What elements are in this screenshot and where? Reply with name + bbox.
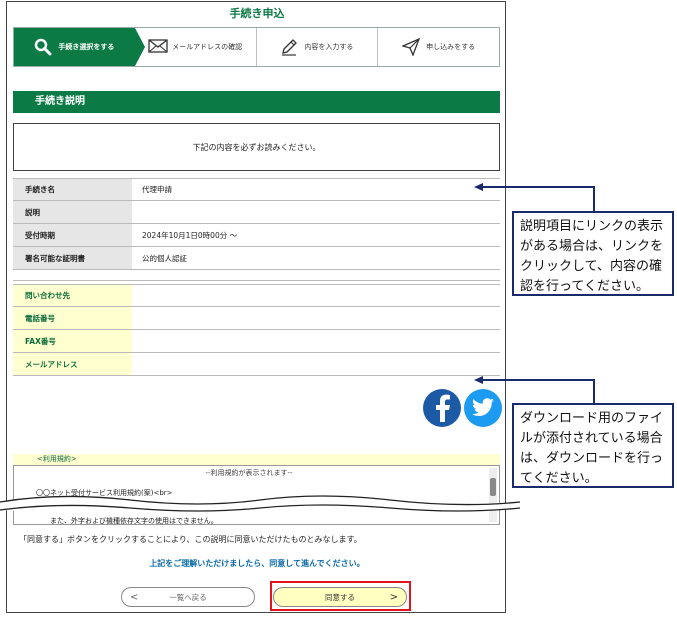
- step-label: 手続き選択をする: [58, 43, 115, 51]
- row-label: 問い合わせ先: [13, 285, 132, 306]
- row-value: [132, 285, 500, 306]
- twitter-icon[interactable]: [464, 389, 502, 427]
- terms-label: <利用規約>: [13, 454, 500, 465]
- contact-info-table: 問い合わせ先 電話番号 FAX番号 メールアドレス: [13, 284, 500, 376]
- agree-explanation: 「同意する」ボタンをクリックすることにより、この説明に同意いただけたものとみなし…: [19, 535, 362, 544]
- row-value: [132, 201, 500, 223]
- row-value: [132, 330, 500, 352]
- row-value: 公的個人認証: [142, 253, 187, 263]
- step-submit: 申し込みをする: [378, 28, 499, 66]
- table-row: 手続き名 代理申請: [13, 178, 500, 201]
- notice-box: 下記の内容を必ずお読みください。: [13, 123, 500, 171]
- step-label: メールアドレスの確認: [172, 43, 243, 51]
- social-share: [423, 389, 502, 427]
- chevron-left-icon: <: [130, 591, 139, 603]
- table-row: 電話番号: [13, 307, 500, 330]
- table-row: メールアドレス: [13, 353, 500, 376]
- confirm-message: 上記をご理解いただけましたら、同意して進んでください。: [149, 559, 365, 568]
- page-title: 手続き申込: [229, 7, 285, 20]
- callout-connector: [480, 186, 595, 188]
- terms-line: --利用規約が表示されます--: [205, 469, 293, 477]
- arrow-head-icon: [474, 376, 483, 384]
- table-row: 受付時期 2024年10月1日0時00分 ～: [13, 224, 500, 247]
- callout-download-instructions: ダウンロード用のファイルが添付されている場合は、ダウンロードを行ってください。: [512, 403, 674, 488]
- back-to-list-button[interactable]: < 一覧へ戻る: [121, 587, 255, 607]
- callout-link-instructions: 説明項目にリンクの表示がある場合は、リンクをクリックして、内容の確認を行ってくだ…: [512, 211, 674, 296]
- button-label: 一覧へ戻る: [169, 592, 207, 602]
- table-row: 説明: [13, 201, 500, 224]
- row-label: 受付時期: [13, 224, 132, 246]
- row-value: [132, 353, 500, 375]
- send-icon: [401, 37, 421, 57]
- facebook-icon[interactable]: [423, 389, 461, 427]
- row-label: 説明: [13, 201, 132, 223]
- table-row: 問い合わせ先: [13, 284, 500, 307]
- row-value: 2024年10月1日0時00分 ～: [142, 230, 238, 240]
- table-row: FAX番号: [13, 330, 500, 353]
- step-label: 申し込みをする: [426, 43, 476, 51]
- procedure-info-table: 手続き名 代理申請 説明 受付時期 2024年10月1日0時00分 ～ 署名可能…: [13, 178, 500, 281]
- row-label: 手続き名: [13, 179, 132, 200]
- row-value: [132, 307, 500, 329]
- agree-button-highlight: [270, 581, 411, 611]
- step-label: 内容を入力する: [304, 43, 354, 51]
- row-value: 代理申請: [142, 185, 172, 194]
- callout-connector: [480, 379, 595, 381]
- step-indicator: 手続き選択をする メールアドレスの確認 内容を入力する 申し込みをする: [13, 27, 500, 67]
- callout-connector: [593, 186, 595, 212]
- mail-icon: [148, 38, 168, 56]
- callout-connector: [593, 379, 595, 404]
- row-label: FAX番号: [13, 330, 132, 352]
- section-header: 手続き説明: [13, 91, 500, 113]
- notice-text: 下記の内容を必ずお読みください。: [192, 142, 321, 152]
- page-break-decoration: [0, 495, 521, 513]
- search-icon: [34, 38, 52, 56]
- table-row: 署名可能な証明書 公的個人認証: [13, 247, 500, 270]
- pencil-icon: [280, 38, 298, 56]
- row-label: 署名可能な証明書: [13, 247, 132, 269]
- step-select-procedure: 手続き選択をする: [14, 28, 145, 66]
- table-spacer: [13, 270, 500, 281]
- step-confirm-email: メールアドレスの確認: [135, 28, 257, 66]
- arrow-head-icon: [474, 183, 483, 191]
- row-label: 電話番号: [13, 307, 132, 329]
- row-label: メールアドレス: [13, 353, 132, 375]
- step-enter-content: 内容を入力する: [257, 28, 379, 66]
- application-frame: 手続き申込 手続き選択をする メールアドレスの確認 内容を入力する 申し込みをす…: [6, 1, 506, 613]
